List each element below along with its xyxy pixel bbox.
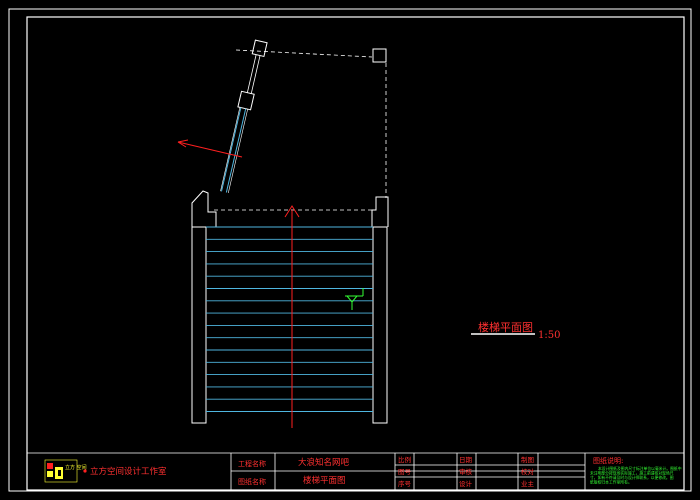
project-label: 工程名称 [238, 459, 266, 468]
wall-cap-right [371, 196, 389, 227]
title-block-grid-labels: 比例图号序号 日期审核设计 制图校对业主 [398, 455, 535, 488]
grid-label: 业主 [521, 479, 535, 488]
level-marker [345, 288, 364, 310]
outer-border [8, 8, 692, 492]
company-logo [44, 459, 78, 483]
grid-label: 制图 [521, 455, 534, 464]
drawing-scale: 1:50 [538, 330, 560, 341]
logo-text: 立方 空间 [65, 464, 87, 471]
drawing-frame [26, 16, 685, 491]
drawing-label: 图纸名称 [238, 477, 266, 486]
leaf-top-block [251, 39, 268, 58]
stair-plan [177, 39, 389, 428]
wall-cap-left [191, 190, 217, 227]
notes-text: 本设计图纸及图内尺寸标注单位以毫米计。图纸中未注明部分按现场实际施工，施工前请核… [590, 466, 682, 485]
grid-label: 设计 [459, 479, 473, 488]
leaf-mid-block [237, 90, 255, 111]
grid-label: 审核 [459, 467, 473, 476]
drawing-title: 楼梯平面图 [478, 320, 533, 334]
cad-drawing-canvas: 楼梯平面图 1:50 立方 空间 立方空间设计工作室 工程名称 图纸名称 大浪知… [8, 8, 692, 492]
stair-treads [206, 226, 373, 412]
landing-dashed-top [235, 49, 373, 58]
side-wall-right [372, 226, 388, 424]
grid-label: 校对 [521, 467, 535, 476]
grid-label: 比例 [398, 455, 411, 464]
project-value: 大浪知名网吧 [298, 457, 350, 468]
notes-line: 纸版权归本工作室所有。 [590, 480, 632, 485]
swing-leaf [220, 39, 268, 194]
notes-title: 图纸说明: [593, 456, 623, 465]
column-top-right [372, 48, 387, 63]
side-wall-left [191, 226, 207, 424]
grid-label: 图号 [398, 468, 412, 476]
grid-label: 序号 [398, 479, 412, 488]
grid-label: 日期 [459, 456, 473, 464]
company-name: 立方空间设计工作室 [90, 466, 167, 477]
drawing-value: 楼梯平面图 [303, 475, 346, 486]
company-bullet [83, 469, 87, 473]
